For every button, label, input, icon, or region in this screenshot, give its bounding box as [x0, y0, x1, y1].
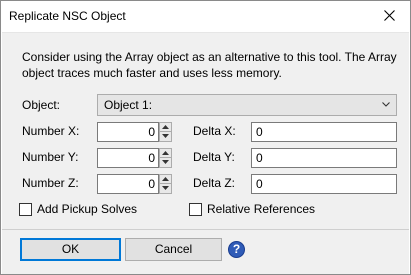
number-z-spinner[interactable] — [159, 174, 172, 194]
delta-z-label: Delta Z: — [193, 176, 236, 190]
number-x-increment[interactable] — [160, 123, 171, 132]
object-label: Object: — [22, 98, 61, 112]
number-x-value: 0 — [148, 125, 155, 139]
add-pickup-solves-label: Add Pickup Solves — [37, 202, 138, 216]
title-bar: Replicate NSC Object — [1, 1, 410, 32]
delta-y-input[interactable]: 0 — [251, 148, 397, 168]
number-y-label: Number Y: — [22, 150, 79, 164]
close-button[interactable] — [370, 1, 410, 31]
relative-references-label: Relative References — [207, 202, 316, 216]
close-icon — [384, 10, 395, 21]
number-z-decrement[interactable] — [160, 184, 171, 193]
dialog-footer: OK Cancel ? — [2, 229, 409, 274]
number-y-spinner[interactable] — [159, 148, 172, 168]
object-dropdown[interactable]: Object 1: — [97, 94, 397, 116]
number-z-input[interactable]: 0 — [97, 174, 159, 194]
info-text: Consider using the Array object as an al… — [22, 50, 397, 80]
cancel-button[interactable]: Cancel — [125, 238, 222, 261]
add-pickup-solves-checkbox[interactable] — [19, 203, 32, 216]
number-y-value: 0 — [148, 151, 155, 165]
chevron-down-icon — [162, 134, 169, 138]
window-title: Replicate NSC Object — [9, 9, 126, 23]
replicate-nsc-dialog: Replicate NSC Object Consider using the … — [0, 0, 411, 275]
number-z-label: Number Z: — [22, 176, 79, 190]
dialog-content: Consider using the Array object as an al… — [2, 32, 409, 229]
delta-y-value: 0 — [256, 151, 263, 165]
number-z-increment[interactable] — [160, 175, 171, 184]
delta-y-label: Delta Y: — [193, 150, 235, 164]
chevron-down-icon — [162, 186, 169, 190]
chevron-down-icon — [162, 160, 169, 164]
number-x-spinner[interactable] — [159, 122, 172, 142]
chevron-down-icon — [382, 102, 390, 107]
number-y-increment[interactable] — [160, 149, 171, 158]
chevron-up-icon — [162, 125, 169, 129]
number-y-decrement[interactable] — [160, 158, 171, 167]
help-icon[interactable]: ? — [228, 241, 245, 258]
object-dropdown-value: Object 1: — [104, 98, 153, 112]
number-x-input[interactable]: 0 — [97, 122, 159, 142]
delta-z-input[interactable]: 0 — [251, 174, 397, 194]
number-x-label: Number X: — [22, 124, 80, 138]
delta-x-value: 0 — [256, 125, 263, 139]
relative-references-checkbox[interactable] — [189, 203, 202, 216]
chevron-up-icon — [162, 151, 169, 155]
number-y-input[interactable]: 0 — [97, 148, 159, 168]
chevron-up-icon — [162, 177, 169, 181]
number-x-decrement[interactable] — [160, 132, 171, 141]
ok-button[interactable]: OK — [20, 238, 121, 261]
delta-x-input[interactable]: 0 — [251, 122, 397, 142]
delta-z-value: 0 — [256, 177, 263, 191]
delta-x-label: Delta X: — [193, 124, 236, 138]
number-z-value: 0 — [148, 177, 155, 191]
